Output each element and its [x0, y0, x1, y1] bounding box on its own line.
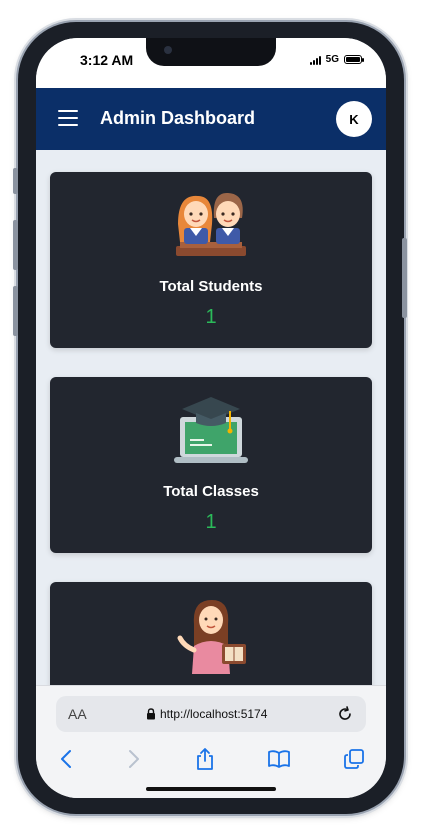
network-label: 5G [325, 54, 339, 65]
front-camera [164, 46, 172, 54]
graduation-laptop-icon [174, 397, 248, 463]
address-bar[interactable]: AA http://localhost:5174 [56, 696, 366, 732]
tabs-icon[interactable] [341, 746, 367, 772]
phone-screen: 3:12 AM 5G Admin Dashboard K Total Stude… [36, 38, 386, 798]
avatar[interactable]: K [336, 101, 372, 137]
students-icon [176, 192, 246, 256]
text-size-button[interactable]: AA [68, 706, 87, 722]
url-text[interactable]: http://localhost:5174 [160, 707, 267, 721]
signal-icon [309, 55, 321, 65]
forward-icon[interactable] [121, 746, 147, 772]
card-value: 1 [205, 306, 217, 328]
card-total-students[interactable]: Total Students 1 [50, 172, 372, 348]
hamburger-menu-icon[interactable] [58, 110, 78, 126]
card-value: 1 [205, 511, 217, 533]
share-icon[interactable] [192, 746, 218, 772]
app-bar: Admin Dashboard K [36, 88, 386, 150]
notch [146, 38, 276, 66]
page-title: Admin Dashboard [100, 108, 256, 128]
home-indicator [146, 787, 276, 791]
back-icon[interactable] [53, 746, 79, 772]
teacher-icon [177, 600, 246, 674]
card-label: Total Classes [163, 483, 259, 500]
lock-icon [147, 708, 155, 720]
battery-icon [344, 55, 364, 64]
browser-bar: AA http://localhost:5174 [36, 685, 386, 798]
card-label: Total Students [159, 278, 263, 295]
mute-switch [13, 168, 18, 194]
reload-icon[interactable] [336, 705, 354, 723]
dashboard-content[interactable]: Total Students 1 Total Classes 1 [36, 150, 386, 685]
card-total-teachers[interactable] [50, 582, 372, 685]
power-button [402, 238, 407, 318]
volume-up-button [13, 220, 18, 270]
status-bar: 3:12 AM 5G [36, 38, 386, 88]
status-time: 3:12 AM [80, 52, 134, 68]
status-icons: 5G [309, 54, 364, 65]
card-total-classes[interactable]: Total Classes 1 [50, 377, 372, 553]
volume-down-button [13, 286, 18, 336]
bookmarks-icon[interactable] [266, 746, 292, 772]
